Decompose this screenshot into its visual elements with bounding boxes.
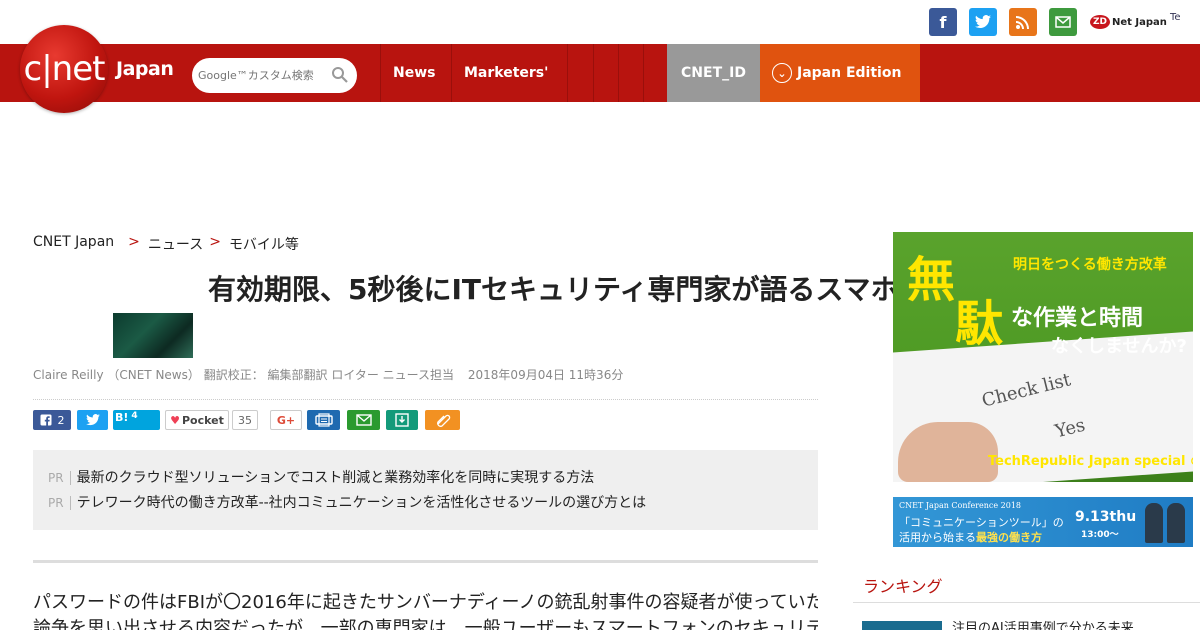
ad2-date: 9.13thu bbox=[1075, 509, 1137, 525]
author: Claire Reilly （CNET News） 翻訳校正： 編集部翻訳 ロイ… bbox=[33, 368, 455, 382]
edition-name: Japan bbox=[116, 58, 174, 80]
top-bar: f ZD Net Japan Te bbox=[0, 0, 1200, 44]
ad2-event: CNET Japan Conference 2018 bbox=[899, 501, 1022, 510]
pr-text: テレワーク時代の働き方改革--社内コミュニケーションを活性化させるツールの選び方… bbox=[76, 495, 647, 511]
pr-tag: PR bbox=[48, 471, 71, 485]
speaker-figure bbox=[1167, 503, 1185, 543]
ad-headline: な作業と時間 bbox=[1011, 306, 1144, 331]
breadcrumb-separator: > bbox=[209, 234, 221, 250]
ad2-time: 13:00〜 bbox=[1081, 530, 1119, 540]
ad2-line3-highlight: 最強の働き方 bbox=[976, 531, 1042, 544]
breadcrumb: CNET Japan > ニュース > モバイル等 bbox=[33, 234, 299, 254]
conference-banner-ad[interactable]: CNET Japan Conference 2018 「コミュニケーションツール… bbox=[893, 497, 1193, 547]
pocket-icon: ♥ bbox=[170, 413, 180, 427]
cnet-logo[interactable]: c|net bbox=[20, 25, 108, 113]
ad-subheadline: なくしませんか? bbox=[1051, 336, 1187, 357]
nav-item-6[interactable] bbox=[643, 44, 668, 102]
ranking-title: ランキング bbox=[863, 577, 943, 596]
nav-item-marketers[interactable]: Marketers' bbox=[451, 44, 567, 102]
rss-icon[interactable] bbox=[1009, 8, 1037, 36]
ad-brand-label: TechRepublic Japan special bbox=[988, 454, 1186, 469]
hatena-count: 4 bbox=[131, 411, 138, 421]
zdnet-japan-link[interactable]: ZD Net Japan bbox=[1090, 10, 1167, 34]
breadcrumb-mobile[interactable]: モバイル等 bbox=[229, 234, 299, 254]
pocket-label: Pocket bbox=[181, 413, 224, 427]
ad2-line3-prefix: 活用から始まる bbox=[899, 531, 976, 544]
pr-box: PR 最新のクラウド型ソリューションでコスト削減と業務効率化を同時に実現する方法 … bbox=[33, 450, 818, 530]
hand-image bbox=[898, 422, 998, 482]
nav-item-5[interactable] bbox=[618, 44, 643, 102]
cnet-id-button[interactable]: CNET_ID bbox=[667, 44, 760, 102]
arrow-right-icon: ⊙ bbox=[1190, 454, 1193, 469]
byline: Claire Reilly （CNET News） 翻訳校正： 編集部翻訳 ロイ… bbox=[33, 366, 623, 383]
edition-button[interactable]: ⌄ Japan Edition bbox=[760, 44, 920, 102]
ad-brand: TechRepublic Japan special ⊙ bbox=[988, 454, 1193, 469]
search-box[interactable] bbox=[192, 58, 357, 93]
mail-icon[interactable] bbox=[1049, 8, 1077, 36]
search-icon[interactable] bbox=[331, 66, 349, 84]
print-button[interactable] bbox=[307, 410, 340, 430]
speaker-figure bbox=[1145, 503, 1163, 543]
facebook-share-button[interactable]: 2 bbox=[33, 410, 71, 430]
nav-item-4[interactable] bbox=[593, 44, 618, 102]
article-body-line: パスワードの件はFBIが〇2016年に起きたサンバーナディーノの銃乱射事件の容疑… bbox=[33, 592, 818, 613]
techrepublic-link[interactable]: Te bbox=[1170, 12, 1181, 23]
facebook-icon[interactable]: f bbox=[929, 8, 957, 36]
article-body-line: 論争を思い出させる内容だったが、一部の専門家は、一般ユーザーもスマートフォンのセ… bbox=[33, 618, 818, 630]
ad2-line2: 「コミュニケーションツール」の bbox=[899, 516, 1064, 529]
ranking-thumbnail[interactable] bbox=[862, 621, 942, 630]
mail-share-button[interactable] bbox=[347, 410, 380, 430]
ad-big-char: 無 bbox=[907, 252, 956, 308]
publish-date: 2018年09月04日 11時36分 bbox=[467, 368, 624, 382]
search-input[interactable] bbox=[198, 65, 326, 85]
hatena-bookmark-button[interactable]: B! 4 bbox=[113, 410, 160, 430]
zdnet-logo-icon: ZD bbox=[1090, 15, 1110, 29]
breadcrumb-separator: > bbox=[128, 234, 140, 250]
twitter-icon[interactable] bbox=[969, 8, 997, 36]
main-nav: Japan News Marketers' CNET_ID ⌄ Japan Ed… bbox=[0, 44, 1200, 102]
chevron-down-icon: ⌄ bbox=[772, 63, 792, 83]
pr-text: 最新のクラウド型ソリューションでコスト削減と業務効率化を同時に実現する方法 bbox=[76, 470, 595, 486]
twitter-share-button[interactable] bbox=[77, 410, 108, 430]
divider bbox=[33, 560, 818, 563]
nav-item-news[interactable]: News bbox=[380, 44, 451, 102]
ad2-line3: 活用から始まる最強の働き方 bbox=[899, 529, 1042, 545]
google-plus-button[interactable]: G+ bbox=[270, 410, 302, 430]
ad-big-char: 駄 bbox=[955, 296, 1004, 352]
clip-button[interactable] bbox=[425, 410, 460, 430]
pr-tag: PR bbox=[48, 496, 71, 510]
ranking-item[interactable]: 注目のAI活用事例で分かる未来 bbox=[952, 617, 1134, 630]
ranking-section: ランキング bbox=[853, 563, 1200, 603]
breadcrumb-news[interactable]: ニュース bbox=[148, 234, 203, 254]
save-button[interactable] bbox=[386, 410, 418, 430]
breadcrumb-home[interactable]: CNET Japan bbox=[33, 234, 114, 254]
ad-tagline: 明日をつくる働き方改革 bbox=[1013, 257, 1167, 273]
nav-item-3[interactable] bbox=[567, 44, 593, 102]
hatena-label: B! bbox=[115, 411, 129, 424]
pocket-button[interactable]: ♥ Pocket bbox=[165, 410, 229, 430]
divider bbox=[33, 399, 818, 400]
pr-link[interactable]: PR テレワーク時代の働き方改革--社内コミュニケーションを活性化させるツールの選… bbox=[48, 492, 646, 512]
article-title: 有効期限、5秒後にITセキュリティ専門家が語るスマホのセキュリティ対策 bbox=[208, 273, 1149, 306]
zdnet-label: Net Japan bbox=[1112, 16, 1167, 28]
sidebar-banner-ad[interactable]: 無 駄 明日をつくる働き方改革 な作業と時間 なくしませんか? Check li… bbox=[893, 232, 1193, 482]
pr-link[interactable]: PR 最新のクラウド型ソリューションでコスト削減と業務効率化を同時に実現する方法 bbox=[48, 467, 594, 487]
article-thumbnail bbox=[113, 313, 193, 358]
facebook-share-count: 2 bbox=[57, 413, 65, 427]
pocket-count: 35 bbox=[232, 410, 258, 430]
edition-label: Japan Edition bbox=[797, 65, 902, 81]
